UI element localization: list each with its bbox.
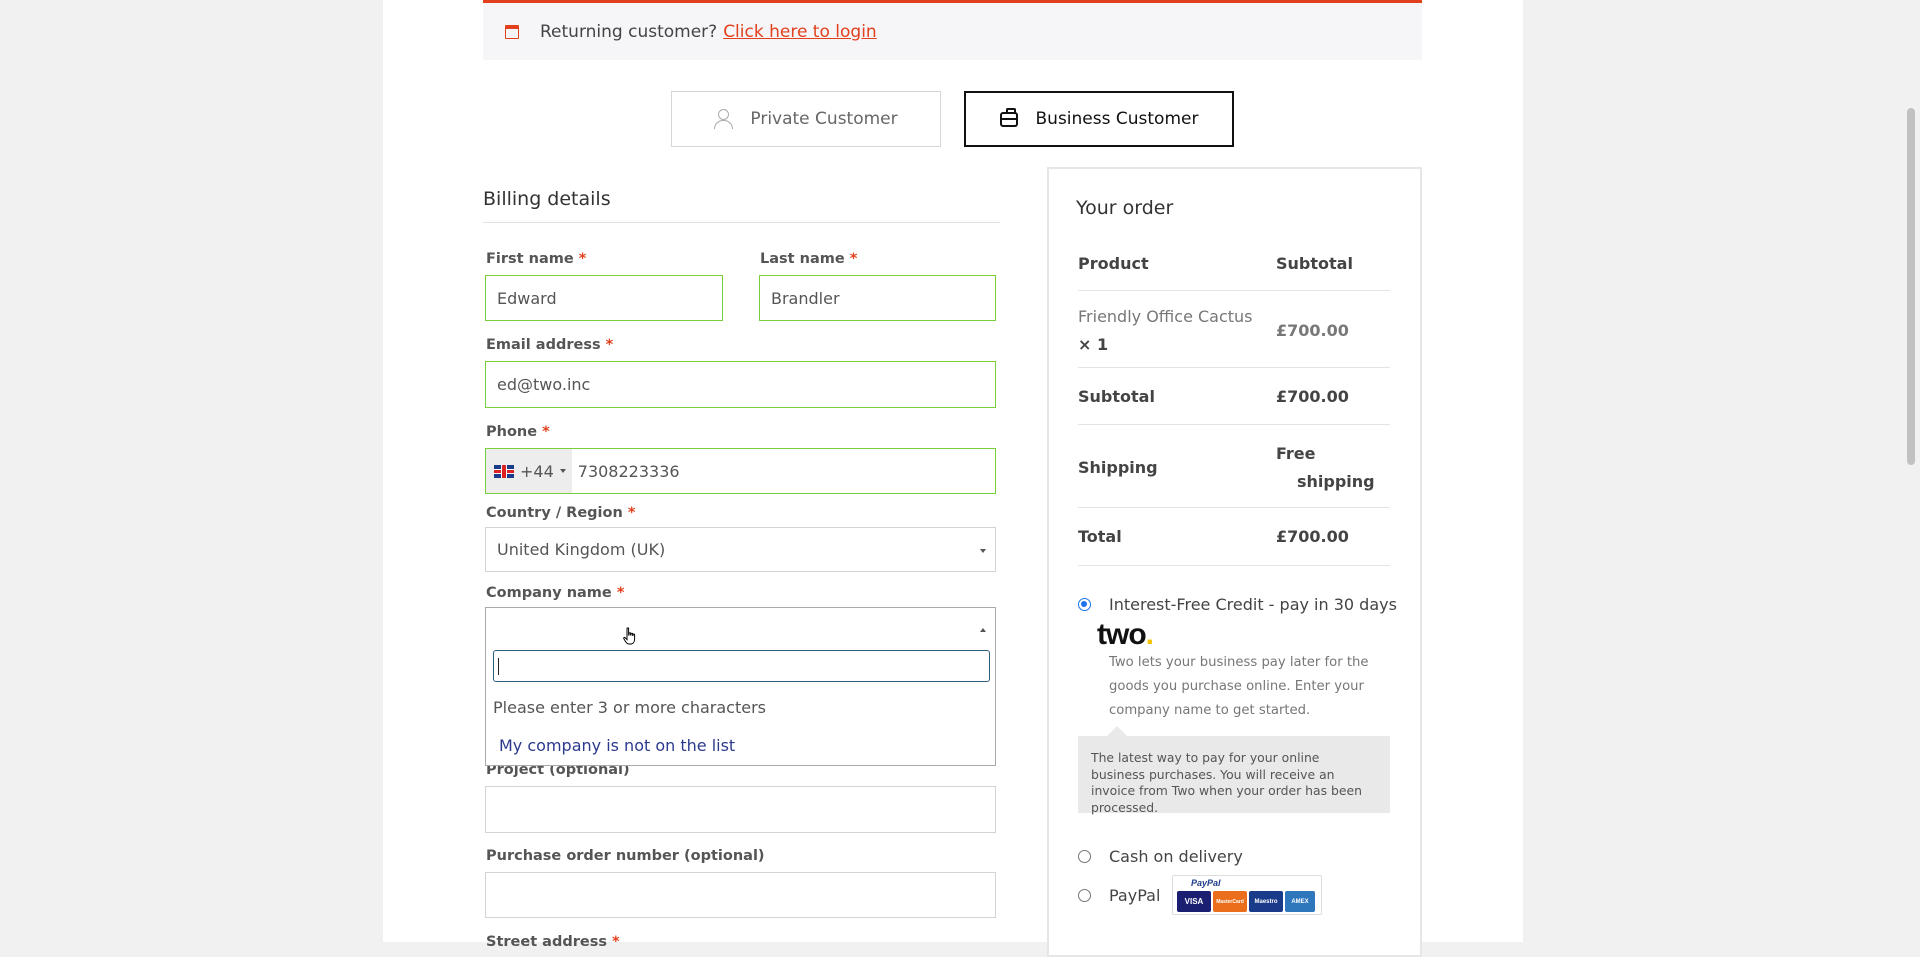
divider <box>483 222 1000 223</box>
two-logo: two. <box>1097 618 1154 651</box>
scrollbar-thumb[interactable] <box>1907 108 1915 465</box>
credit-label[interactable]: Interest-Free Credit - pay in 30 days <box>1109 595 1397 614</box>
returning-customer-notice: Returning customer? Click here to login <box>483 0 1422 60</box>
credit-info-box: The latest way to pay for your online bu… <box>1078 726 1390 815</box>
login-link[interactable]: Click here to login <box>723 22 877 42</box>
uk-flag-icon <box>494 464 514 478</box>
company-select[interactable] <box>485 607 996 647</box>
phone-field[interactable]: +44 7308223336 <box>485 448 996 494</box>
shipping-value-2: shipping <box>1297 472 1375 491</box>
order-item-row <box>1078 367 1390 368</box>
order-header-row <box>1078 290 1390 291</box>
first-name-label: First name * <box>486 251 587 267</box>
maestro-icon: Maestro <box>1249 891 1283 912</box>
cod-radio[interactable] <box>1078 850 1091 863</box>
shipping-row <box>1078 507 1390 508</box>
first-name-value: Edward <box>497 288 557 308</box>
paypal-radio[interactable] <box>1078 889 1091 902</box>
hand-pointer-icon <box>623 627 636 645</box>
item-name: Friendly Office Cactus <box>1078 307 1253 326</box>
amex-icon: AMEX <box>1285 891 1315 912</box>
order-summary <box>1047 167 1422 957</box>
chevron-down-icon <box>980 549 986 553</box>
subtotal-label: Subtotal <box>1078 387 1155 406</box>
company-search-input[interactable] <box>493 650 990 682</box>
shipping-label: Shipping <box>1078 458 1158 477</box>
private-customer-label: Private Customer <box>750 109 898 129</box>
phone-label: Phone * <box>486 424 550 440</box>
business-customer-label: Business Customer <box>1035 109 1199 129</box>
subtotal-row <box>1078 424 1390 425</box>
dial-code: +44 <box>520 461 554 481</box>
company-dropdown: Please enter 3 or more characters My com… <box>485 645 996 766</box>
order-title: Your order <box>1076 197 1174 219</box>
email-field[interactable]: ed@two.inc <box>485 361 996 408</box>
item-qty: × 1 <box>1078 335 1109 354</box>
paypal-label[interactable]: PayPal <box>1109 886 1160 905</box>
notice-text: Returning customer? <box>540 21 718 42</box>
subtotal-value: £700.00 <box>1276 387 1349 406</box>
briefcase-icon <box>999 107 1018 127</box>
po-number-label: Purchase order number (optional) <box>486 848 765 864</box>
last-name-field[interactable]: Brandler <box>759 275 996 321</box>
po-number-field[interactable] <box>485 872 996 918</box>
private-customer-button[interactable]: Private Customer <box>671 91 941 147</box>
credit-description: Two lets your business pay later for the… <box>1109 655 1369 718</box>
country-value: United Kingdom (UK) <box>497 540 666 559</box>
paypal-card-logos: PayPal VISA MasterCard Maestro AMEX <box>1172 875 1322 915</box>
email-value: ed@two.inc <box>497 375 591 394</box>
company-label: Company name * <box>486 585 625 601</box>
last-name-value: Brandler <box>771 288 840 308</box>
company-not-listed-option[interactable]: My company is not on the list <box>499 736 735 755</box>
phone-value: 7308223336 <box>577 461 680 481</box>
visa-icon: VISA <box>1177 891 1211 912</box>
cod-label[interactable]: Cash on delivery <box>1109 847 1243 866</box>
shipping-value-1: Free <box>1276 444 1316 463</box>
subtotal-header: Subtotal <box>1276 254 1353 273</box>
dropdown-message: Please enter 3 or more characters <box>493 698 766 717</box>
product-header: Product <box>1078 254 1149 273</box>
credit-radio[interactable] <box>1078 598 1091 611</box>
country-label: Country / Region * <box>486 505 636 521</box>
business-customer-button[interactable]: Business Customer <box>964 91 1234 147</box>
total-value: £700.00 <box>1276 527 1349 546</box>
first-name-field[interactable]: Edward <box>485 275 723 321</box>
street-label: Street address * <box>486 934 620 950</box>
project-field[interactable] <box>485 786 996 833</box>
person-icon <box>714 109 734 129</box>
mastercard-icon: MasterCard <box>1213 891 1247 912</box>
chevron-down-icon <box>559 469 566 473</box>
total-row <box>1078 565 1390 566</box>
calendar-icon <box>505 24 519 39</box>
text-cursor <box>498 658 499 675</box>
chevron-up-icon <box>980 628 986 632</box>
paypal-logo: PayPal <box>1191 878 1221 888</box>
country-select[interactable]: United Kingdom (UK) <box>485 527 996 572</box>
billing-title: Billing details <box>483 188 611 210</box>
item-price: £700.00 <box>1276 321 1349 340</box>
total-label: Total <box>1078 527 1122 546</box>
scrollbar[interactable] <box>1902 0 1920 942</box>
last-name-label: Last name * <box>760 251 858 267</box>
country-code-selector[interactable]: +44 <box>486 449 572 493</box>
email-label: Email address * <box>486 337 614 353</box>
